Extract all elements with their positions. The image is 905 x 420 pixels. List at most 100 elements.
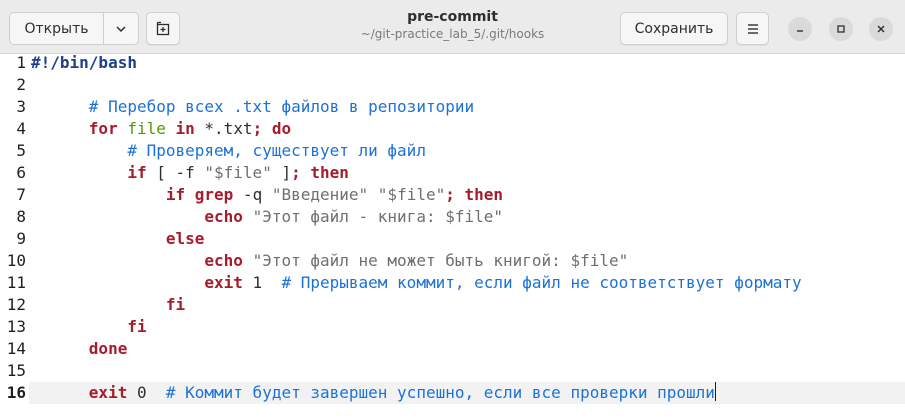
code-token: "Этот файл - книга: $file" (252, 207, 504, 226)
code-line[interactable]: else (31, 228, 205, 250)
chevron-down-icon (116, 25, 126, 32)
line-number: 13 (6, 317, 26, 336)
line-number: 9 (16, 229, 26, 248)
line-number: 12 (6, 295, 26, 314)
code-line[interactable]: fi (31, 316, 147, 338)
line-number: 15 (6, 361, 26, 380)
line-number: 2 (16, 75, 26, 94)
code-token: *.txt (194, 119, 253, 138)
code-token: exit (204, 273, 243, 292)
code-token: ; (291, 163, 301, 182)
code-line[interactable]: fi (31, 294, 185, 316)
code-token: fi (165, 295, 186, 314)
code-token: grep (194, 185, 234, 204)
maximize-icon (837, 25, 845, 33)
code-line[interactable]: echo "Этот файл не может быть книгой: $f… (31, 250, 628, 272)
code-token: done (88, 339, 128, 358)
code-line[interactable]: exit 1 # Прерываем коммит, если файл не … (31, 272, 802, 294)
code-token: for (88, 119, 118, 138)
code-line[interactable]: exit 0 # Коммит будет завершен успешно, … (31, 382, 716, 404)
code-token: if (127, 163, 147, 182)
code-token: "$file" (204, 163, 272, 182)
code-token: echo (204, 251, 243, 270)
code-token: "$file" (377, 185, 446, 204)
new-tab-button[interactable] (146, 12, 180, 45)
code-line[interactable]: done (31, 338, 128, 360)
code-token: "Этот файл не может быть книгой: $file" (252, 251, 629, 270)
code-token: in (175, 119, 195, 138)
save-button[interactable]: Сохранить (620, 12, 728, 45)
code-token: ; (252, 119, 263, 138)
line-number: 7 (16, 185, 26, 204)
code-token: # Перебор всех .txt файлов в репозитории (88, 97, 475, 116)
line-number: 6 (16, 163, 26, 182)
line-number: 11 (6, 273, 26, 292)
code-line[interactable]: for file in *.txt; do (31, 118, 291, 140)
code-token: -q (233, 185, 272, 204)
code-token: 0 (127, 383, 166, 402)
code-token: [ -f (146, 163, 205, 182)
code-line[interactable]: echo "Этот файл - книга: $file" (31, 206, 503, 228)
header-bar: Открыть pre-commit ~/git-practice_lab_5/… (0, 0, 905, 54)
code-token: ] (271, 163, 292, 182)
code-token: then (464, 185, 504, 204)
line-number: 14 (6, 339, 26, 358)
code-line[interactable]: # Проверяем, существует ли файл (31, 140, 426, 162)
code-token: 1 (242, 273, 282, 292)
text-cursor (714, 382, 716, 401)
code-token: fi (127, 317, 147, 336)
minimize-icon (797, 30, 803, 32)
text-editor-area[interactable]: 1 2 3 4 5 6 7 8 9 10 11 12 13 14 15 16 #!/bin/bash # Пе… (0, 52, 905, 420)
line-number: 1 (16, 53, 26, 72)
line-number: 8 (16, 207, 26, 226)
code-token: exit (88, 383, 128, 402)
code-line[interactable]: if grep -q "Введение" "$file"; then (31, 184, 503, 206)
open-button[interactable]: Открыть (10, 13, 104, 44)
line-number: 3 (16, 97, 26, 116)
code-token: # Прерываем коммит, если файл не соответ… (281, 273, 802, 292)
line-number: 4 (16, 119, 26, 138)
open-button-group: Открыть (9, 12, 139, 45)
new-tab-icon (156, 21, 170, 35)
code-token: # Коммит будет завершен успешно, если вс… (165, 383, 715, 402)
open-dropdown-button[interactable] (104, 13, 138, 44)
code-token: if (165, 185, 186, 204)
line-number: 5 (16, 141, 26, 160)
code-line[interactable]: #!/bin/bash (31, 52, 137, 74)
code-token: do (271, 119, 292, 138)
code-token: ; (445, 185, 455, 204)
code-token: "Введение" (271, 185, 369, 204)
main-menu-button[interactable] (736, 12, 769, 45)
code-line[interactable]: if [ -f "$file" ]; then (31, 162, 349, 184)
code-token: else (165, 229, 205, 248)
hamburger-menu-icon (747, 23, 758, 34)
maximize-button[interactable] (829, 17, 853, 41)
code-token: then (310, 163, 349, 182)
minimize-button[interactable] (788, 17, 812, 41)
close-button[interactable] (869, 17, 893, 41)
line-number: 10 (6, 251, 26, 270)
code-line[interactable]: # Перебор всех .txt файлов в репозитории (31, 96, 474, 118)
code-token: # Проверяем, существует ли файл (127, 141, 426, 160)
code-token: file (127, 119, 166, 138)
